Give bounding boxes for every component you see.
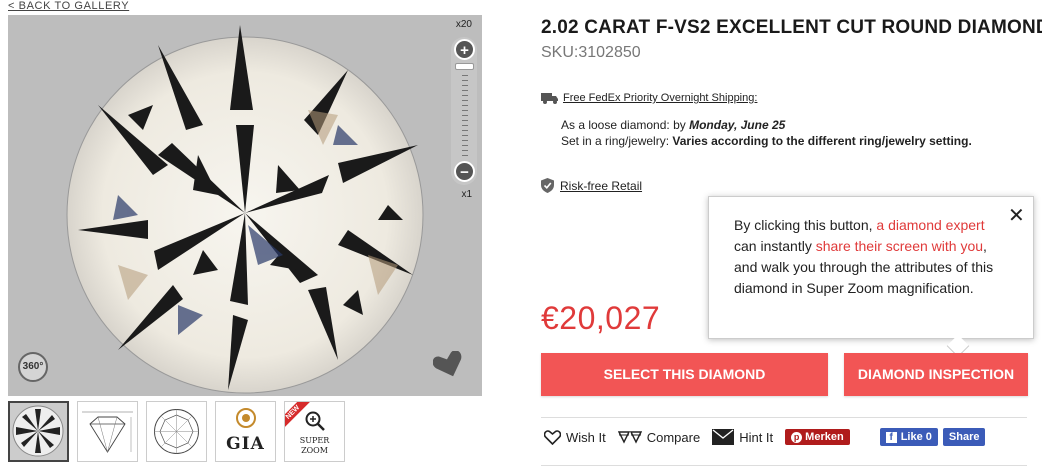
thumbnail-super-zoom[interactable]: NEW SUPER ZOOM: [284, 401, 345, 462]
gia-seal-icon: [236, 408, 256, 428]
compare-label: Compare: [646, 429, 701, 445]
compare-button[interactable]: Compare: [617, 429, 701, 445]
risk-free-retail-link[interactable]: Risk-free Retail: [560, 179, 642, 193]
free-shipping-link[interactable]: Free FedEx Priority Overnight Shipping:: [563, 92, 757, 104]
ring-delivery: Set in a ring/jewelry: Varies according …: [561, 134, 972, 148]
close-icon[interactable]: ✕: [1008, 206, 1025, 226]
super-zoom-label: SUPER ZOOM: [285, 436, 344, 456]
divider: [541, 465, 1027, 466]
super-zoom-label-line1: SUPER: [299, 436, 330, 445]
hint-it-label: Hint It: [739, 429, 774, 445]
facebook-icon: f: [885, 431, 897, 443]
facet-diagram-thumbnail: [154, 409, 199, 454]
action-bar: Wish It Compare Hint It p Merken f Like …: [544, 428, 986, 446]
pinterest-merken-button[interactable]: p Merken: [785, 429, 850, 445]
thumbnail-gia-certificate[interactable]: GIA: [215, 401, 276, 462]
diamond-image: [66, 25, 424, 394]
thumbnail-strip: GIA NEW SUPER ZOOM: [8, 401, 345, 462]
tooltip-text-2: can instantly: [734, 238, 816, 254]
inspection-tooltip: By clicking this button, a diamond exper…: [708, 196, 1034, 339]
thumbnail-proportions-diagram[interactable]: [77, 401, 138, 462]
envelope-icon: [712, 429, 735, 445]
shield-icon: [541, 178, 554, 193]
thumbnail-diamond-photo[interactable]: [8, 401, 69, 462]
heart-icon[interactable]: [433, 351, 465, 379]
zoom-slider-thumb[interactable]: [455, 63, 474, 70]
heart-outline-icon: [544, 429, 561, 445]
loose-diamond-delivery-label: As a loose diamond: by: [561, 118, 690, 132]
product-sku: SKU:3102850: [541, 44, 641, 61]
diamond-photo-thumbnail: [10, 403, 67, 460]
tooltip-highlight-expert: a diamond expert: [876, 217, 985, 233]
proportions-diagram-thumbnail: [82, 411, 133, 453]
tooltip-text-1: By clicking this button,: [734, 217, 877, 233]
product-title: 2.02 CARAT F-VS2 EXCELLENT CUT ROUND DIA…: [541, 17, 1042, 38]
delivery-date: Monday, June 25: [689, 118, 786, 132]
divider: [541, 417, 1027, 418]
like-label: Like 0: [900, 431, 932, 443]
ring-delivery-label: Set in a ring/jewelry:: [561, 134, 673, 148]
wish-it-button[interactable]: Wish It: [544, 430, 606, 445]
diamond-viewer[interactable]: x20 + − x1 360°: [8, 15, 482, 396]
back-to-gallery-link[interactable]: < BACK TO GALLERY: [8, 0, 129, 12]
merken-label: Merken: [805, 431, 844, 443]
product-price: €20,027: [541, 300, 661, 336]
tooltip-highlight-share: share their screen with you: [815, 238, 984, 254]
facebook-like-button[interactable]: f Like 0: [879, 428, 938, 446]
risk-free-row: Risk-free Retail: [541, 178, 642, 193]
rotate-360-icon[interactable]: 360°: [18, 352, 48, 382]
diamond-inspection-button[interactable]: DIAMOND INSPECTION: [844, 353, 1028, 396]
hint-it-button[interactable]: Hint It: [712, 429, 773, 445]
zoom-out-button[interactable]: −: [454, 161, 475, 182]
ring-delivery-value: Varies according to the different ring/j…: [672, 134, 972, 148]
shipping-row: Free FedEx Priority Overnight Shipping:: [541, 92, 757, 104]
pinterest-icon: p: [791, 431, 803, 443]
magnifier-icon: [305, 411, 325, 431]
truck-icon: [541, 93, 558, 104]
select-diamond-button[interactable]: SELECT THIS DIAMOND: [541, 353, 828, 396]
facebook-share-button[interactable]: Share: [942, 428, 986, 446]
zoom-min-label: x1: [461, 189, 472, 200]
zoom-max-label: x20: [455, 19, 472, 30]
loose-diamond-delivery: As a loose diamond: by Monday, June 25: [561, 118, 785, 132]
zoom-slider-ticks: [462, 75, 468, 157]
super-zoom-label-line2: ZOOM: [301, 446, 328, 455]
gia-label: GIA: [226, 434, 265, 454]
wish-it-label: Wish It: [566, 429, 606, 445]
zoom-in-button[interactable]: +: [454, 39, 475, 60]
compare-icon: [617, 431, 642, 444]
thumbnail-facet-diagram[interactable]: [146, 401, 207, 462]
